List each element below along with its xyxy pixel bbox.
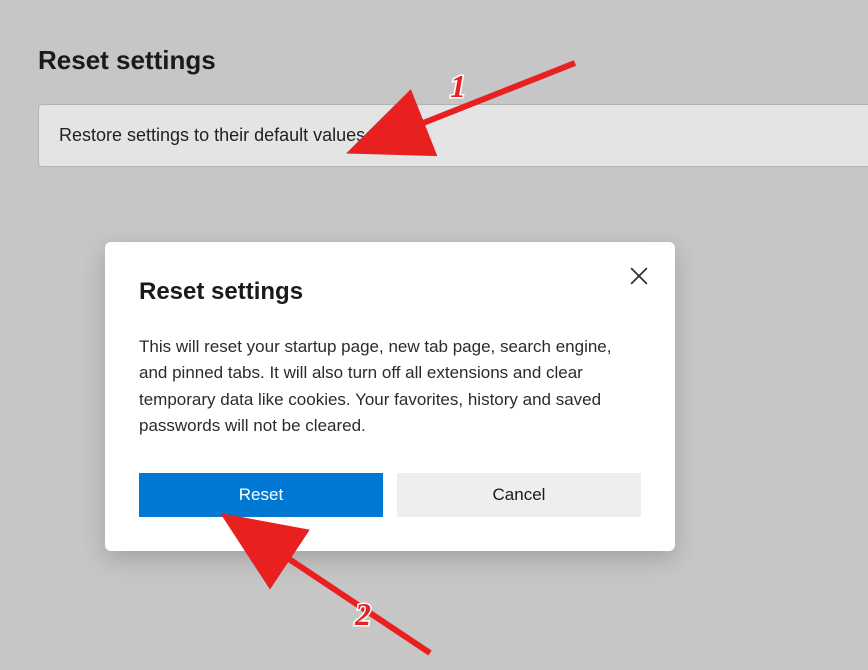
reset-button[interactable]: Reset <box>139 473 383 517</box>
reset-settings-dialog: Reset settings This will reset your star… <box>105 242 675 551</box>
dialog-title: Reset settings <box>139 278 641 306</box>
annotation-label-2: 2 <box>354 596 371 632</box>
dialog-body-text: This will reset your startup page, new t… <box>139 334 641 439</box>
dialog-button-row: Reset Cancel <box>139 473 641 517</box>
restore-settings-label: Restore settings to their default values <box>59 125 365 145</box>
cancel-button[interactable]: Cancel <box>397 473 641 517</box>
close-icon <box>630 267 648 285</box>
restore-settings-row[interactable]: Restore settings to their default values <box>38 104 868 167</box>
page-title: Reset settings <box>0 0 868 76</box>
close-button[interactable] <box>623 260 655 292</box>
annotation-arrow-2: 2 <box>260 535 450 670</box>
